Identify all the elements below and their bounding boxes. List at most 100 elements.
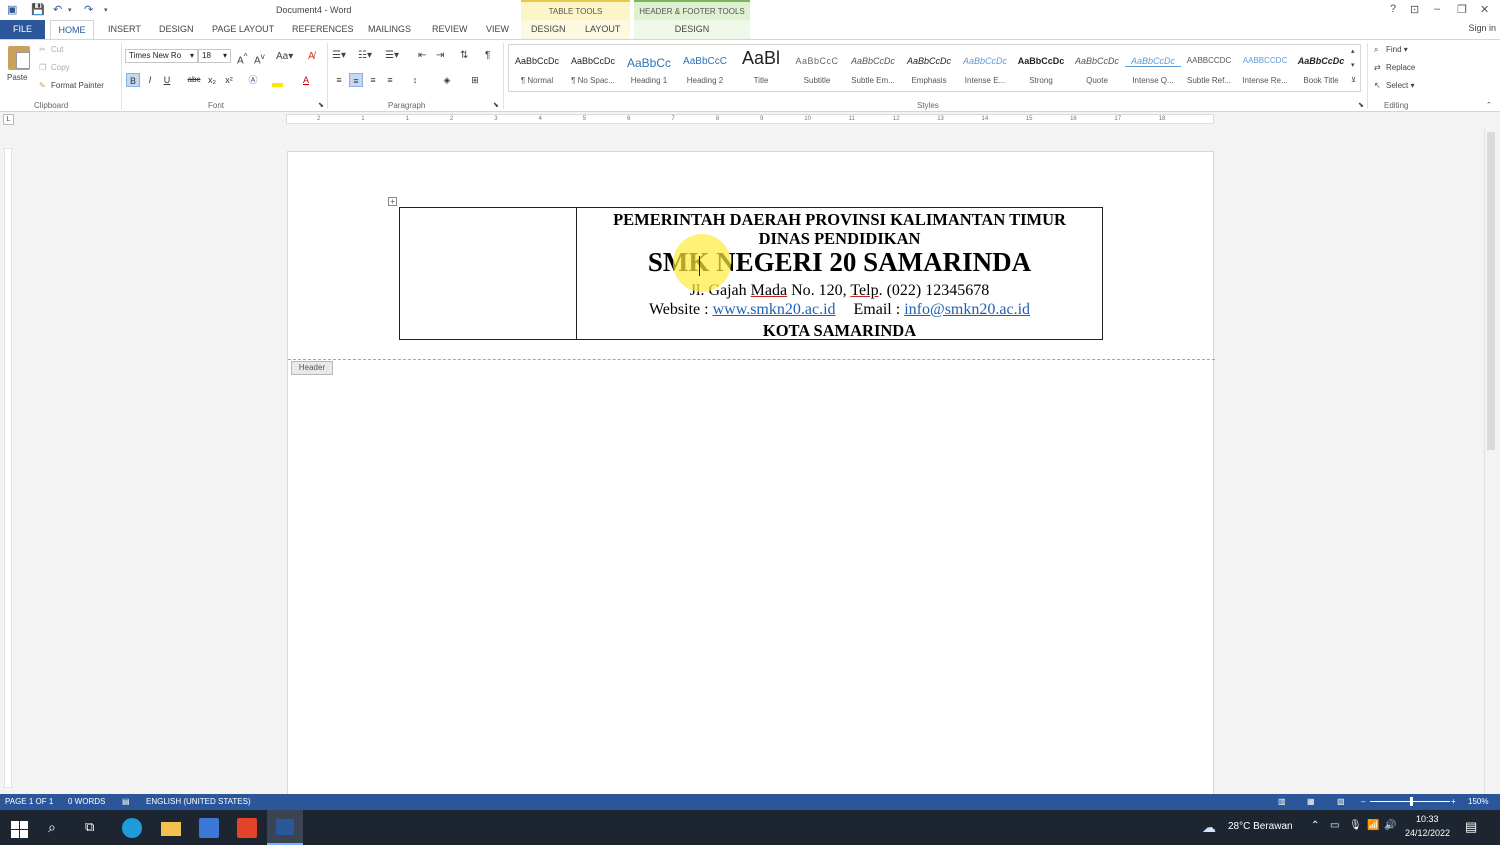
windows-start-icon[interactable] bbox=[9, 818, 29, 838]
bold-button[interactable]: B bbox=[126, 73, 140, 87]
style-intense-emphasis[interactable]: AaBbCcDc Intense E... bbox=[957, 45, 1013, 91]
save-icon[interactable]: 💾 bbox=[31, 3, 45, 16]
undo-icon[interactable]: ↶ bbox=[53, 3, 62, 16]
font-dialog-launcher-icon[interactable]: ⬊ bbox=[318, 101, 324, 109]
tab-insert[interactable]: INSERT bbox=[108, 24, 141, 34]
zoom-slider-knob[interactable] bbox=[1410, 797, 1413, 806]
word-taskbar-button[interactable] bbox=[267, 810, 303, 845]
document-page[interactable]: + PEMERINTAH DAERAH PROVINSI KALIMANTAN … bbox=[287, 151, 1215, 801]
grow-font-icon[interactable]: A^ bbox=[237, 51, 248, 66]
redo-icon[interactable]: ↷ bbox=[84, 3, 93, 16]
highlight-color-icon[interactable] bbox=[272, 83, 283, 87]
style-emphasis[interactable]: AaBbCcDc Emphasis bbox=[901, 45, 957, 91]
email-link[interactable]: info@smkn20.ac.id bbox=[904, 301, 1030, 318]
multilevel-list-icon[interactable]: ☰▾ bbox=[385, 50, 399, 61]
tab-file[interactable]: FILE bbox=[0, 20, 45, 39]
language-indicator[interactable]: ENGLISH (UNITED STATES) bbox=[146, 797, 251, 806]
clock-time[interactable]: 10:33 bbox=[1416, 814, 1439, 824]
underline-button[interactable]: U bbox=[160, 73, 174, 87]
tab-table-layout[interactable]: LAYOUT bbox=[585, 20, 620, 39]
customize-quick-access-icon[interactable]: ▾ bbox=[104, 6, 108, 14]
zoom-out-icon[interactable]: – bbox=[1361, 797, 1365, 806]
web-layout-icon[interactable]: ▧ bbox=[1337, 797, 1345, 806]
find-button[interactable]: ⌕ Find ▾ bbox=[1374, 45, 1408, 55]
horizontal-ruler[interactable]: 2 1 1 2 3 4 5 6 7 8 9 10 11 12 13 14 15 16 17 18 bbox=[286, 114, 1214, 124]
align-center-icon[interactable]: ≡ bbox=[349, 73, 363, 87]
read-mode-icon[interactable]: ▥ bbox=[1278, 797, 1286, 806]
table-move-handle-icon[interactable]: + bbox=[388, 197, 397, 206]
style-strong[interactable]: AaBbCcDc Strong bbox=[1013, 45, 1069, 91]
edge-icon[interactable] bbox=[122, 818, 142, 838]
tab-references[interactable]: REFERENCES bbox=[292, 24, 354, 34]
justify-icon[interactable]: ≡ bbox=[383, 73, 397, 87]
vertical-scrollbar[interactable] bbox=[1484, 128, 1496, 794]
network-icon[interactable]: 📶 bbox=[1367, 820, 1379, 831]
sign-in-link[interactable]: Sign in bbox=[1468, 23, 1496, 33]
format-painter-button[interactable]: ✎ Format Painter bbox=[39, 81, 104, 91]
collapse-ribbon-icon[interactable]: ⌃ bbox=[1486, 101, 1492, 109]
tab-review[interactable]: REVIEW bbox=[432, 24, 468, 34]
paste-icon[interactable] bbox=[8, 46, 30, 70]
style-intense-reference[interactable]: AABBCCDC Intense Re... bbox=[1237, 45, 1293, 91]
style-intense-quote[interactable]: AaBbCcDc Intense Q... bbox=[1125, 45, 1181, 91]
shrink-font-icon[interactable]: Av bbox=[254, 51, 265, 66]
style-heading-1[interactable]: AaBbCc Heading 1 bbox=[621, 45, 677, 91]
tab-selector-icon[interactable]: L bbox=[3, 114, 14, 125]
style-subtle-emphasis[interactable]: AaBbCcDc Subtle Em... bbox=[845, 45, 901, 91]
word-count[interactable]: 0 WORDS bbox=[68, 797, 105, 806]
microphone-icon[interactable]: 🎙 bbox=[1349, 820, 1362, 831]
tab-mailings[interactable]: MAILINGS bbox=[368, 24, 411, 34]
superscript-icon[interactable]: x² bbox=[222, 73, 236, 87]
style-quote[interactable]: AaBbCcDc Quote bbox=[1069, 45, 1125, 91]
strikethrough-icon[interactable]: abc bbox=[187, 73, 201, 87]
text-effects-icon[interactable]: Ⓐ bbox=[246, 73, 260, 87]
paragraph-dialog-launcher-icon[interactable]: ⬊ bbox=[493, 101, 499, 109]
scrollbar-thumb[interactable] bbox=[1487, 132, 1495, 450]
page-count[interactable]: PAGE 1 OF 1 bbox=[5, 797, 53, 806]
restore-icon[interactable]: ❐ bbox=[1457, 3, 1467, 16]
style-book-title[interactable]: AaBbCcDc Book Title bbox=[1293, 45, 1349, 91]
tab-design[interactable]: DESIGN bbox=[159, 24, 194, 34]
cut-button[interactable]: ✂ Cut bbox=[39, 45, 63, 55]
select-button[interactable]: ↖ Select ▾ bbox=[1374, 81, 1414, 91]
style-heading-2[interactable]: AaBbCcC Heading 2 bbox=[677, 45, 733, 91]
subscript-icon[interactable]: x₂ bbox=[205, 73, 219, 87]
screen-recorder-icon[interactable] bbox=[237, 818, 257, 838]
notifications-icon[interactable]: ▤ bbox=[1465, 819, 1477, 835]
decrease-indent-icon[interactable]: ⇤ bbox=[418, 50, 426, 61]
style-title[interactable]: AaBl Title bbox=[733, 45, 789, 91]
tab-view[interactable]: VIEW bbox=[486, 24, 509, 34]
style-no-spacing[interactable]: AaBbCcDc ¶ No Spac... bbox=[565, 45, 621, 91]
styles-scroll-down-icon[interactable]: ▾ bbox=[1351, 61, 1355, 69]
paste-button[interactable]: Paste bbox=[7, 73, 27, 82]
volume-icon[interactable]: 🔊 bbox=[1384, 820, 1396, 831]
clock-date[interactable]: 24/12/2022 bbox=[1405, 828, 1450, 838]
styles-scroll-up-icon[interactable]: ▴ bbox=[1351, 47, 1355, 55]
style-subtitle[interactable]: AaBbCcC Subtitle bbox=[789, 45, 845, 91]
ribbon-display-options-icon[interactable]: ⊡ bbox=[1410, 3, 1419, 16]
weather-text[interactable]: 28°C Berawan bbox=[1228, 821, 1293, 832]
website-link[interactable]: www.smkn20.ac.id bbox=[713, 301, 836, 318]
align-left-icon[interactable]: ≡ bbox=[332, 73, 346, 87]
clear-formatting-icon[interactable]: A̸ bbox=[308, 51, 315, 62]
chevron-up-icon[interactable]: ⌃ bbox=[1311, 820, 1319, 831]
styles-more-icon[interactable]: ⊻ bbox=[1351, 76, 1356, 84]
microsoft-store-icon[interactable] bbox=[199, 818, 219, 838]
line-spacing-icon[interactable]: ↕ bbox=[408, 73, 422, 87]
undo-dropdown-icon[interactable]: ▾ bbox=[68, 6, 72, 14]
tab-table-design[interactable]: DESIGN bbox=[531, 20, 566, 39]
font-size-combobox[interactable]: 18 ▾ bbox=[198, 49, 231, 63]
style-subtle-reference[interactable]: AABBCCDC Subtle Ref... bbox=[1181, 45, 1237, 91]
tab-page-layout[interactable]: PAGE LAYOUT bbox=[212, 24, 274, 34]
show-formatting-marks-icon[interactable]: ¶ bbox=[485, 50, 490, 61]
tab-header-footer-design[interactable]: DESIGN bbox=[634, 20, 750, 39]
font-color-icon[interactable]: A bbox=[299, 73, 313, 87]
close-icon[interactable]: ✕ bbox=[1480, 3, 1489, 16]
proofing-icon[interactable]: ▤ bbox=[122, 797, 130, 806]
font-name-combobox[interactable]: Times New Ro ▾ bbox=[125, 49, 198, 63]
align-right-icon[interactable]: ≡ bbox=[366, 73, 380, 87]
borders-icon[interactable]: ⊞ bbox=[468, 73, 482, 87]
style-normal[interactable]: AaBbCcDc ¶ Normal bbox=[509, 45, 565, 91]
file-explorer-icon[interactable] bbox=[161, 822, 181, 836]
change-case-icon[interactable]: Aa▾ bbox=[276, 51, 293, 62]
